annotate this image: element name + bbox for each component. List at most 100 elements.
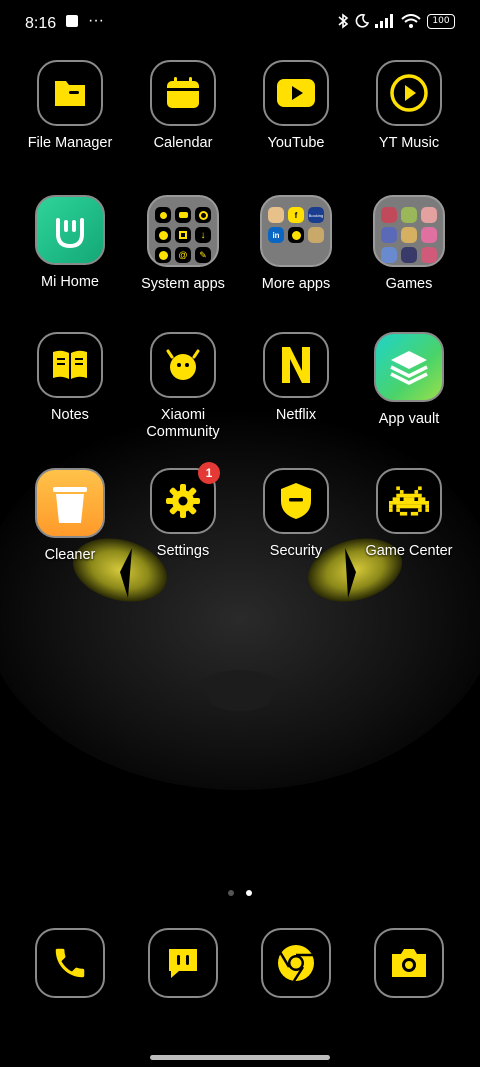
app-youtube[interactable]: YouTube — [241, 60, 351, 152]
folder-games[interactable]: Games — [354, 195, 464, 293]
game-icon — [381, 227, 397, 243]
more-dots-icon: ··· — [88, 12, 104, 29]
booking-icon: Booking — [308, 207, 324, 223]
dock-chrome[interactable] — [260, 928, 332, 998]
mi-home-icon — [56, 218, 84, 249]
scanner-icon — [175, 227, 191, 243]
settings-icon-frame: 1 — [150, 462, 220, 534]
app-label: App vault — [378, 411, 440, 427]
app-label: Calendar — [153, 135, 213, 151]
game-icon — [421, 227, 437, 243]
app-notes[interactable]: Notes — [15, 332, 125, 424]
messages-icon — [175, 207, 191, 223]
page-dot-1[interactable] — [228, 890, 234, 896]
folder-icon — [55, 81, 85, 106]
notification-square-icon — [66, 15, 78, 27]
app-cleaner[interactable]: Cleaner — [15, 468, 125, 564]
battery-icon: 100 — [427, 13, 455, 29]
more-apps-folder-icon: f Booking in — [260, 195, 332, 267]
app-xiaomi-community[interactable]: Xiaomi Community — [128, 332, 238, 441]
messages-icon-frame — [148, 928, 218, 998]
mail-icon: @ — [175, 247, 191, 263]
empty-slot — [308, 247, 324, 263]
game-icon — [401, 227, 417, 243]
shield-icon — [281, 483, 311, 519]
app-label: YT Music — [378, 135, 440, 151]
app-calendar[interactable]: Calendar — [128, 60, 238, 152]
tools-icon: ✎ — [195, 247, 211, 263]
yt-music-icon — [390, 74, 428, 112]
game-icon — [421, 207, 437, 223]
notes-icon — [53, 350, 87, 379]
messages-icon — [169, 949, 197, 978]
app-label: System apps — [141, 276, 225, 292]
notes-icon-frame — [37, 332, 103, 398]
netflix-icon — [282, 347, 310, 383]
status-bar: 8:16 ··· 100 — [0, 0, 480, 46]
app-vault-icon — [390, 351, 428, 385]
page-dot-2-active[interactable] — [246, 890, 252, 896]
app-file-manager[interactable]: File Manager — [15, 60, 125, 152]
space-invader-icon — [389, 486, 429, 516]
app-label: Game Center — [365, 543, 453, 559]
app-settings[interactable]: 1 Settings — [128, 462, 238, 560]
dock-camera[interactable] — [373, 928, 445, 998]
clock-icon — [195, 207, 211, 223]
app-netflix[interactable]: Netflix — [241, 332, 351, 424]
youtube-icon-frame — [263, 60, 329, 126]
game-center-icon-frame — [376, 468, 442, 534]
app-label: Notes — [51, 407, 89, 423]
xiaomi-community-icon-frame — [150, 332, 216, 398]
game-icon — [401, 207, 417, 223]
app-game-center[interactable]: Game Center — [354, 468, 464, 560]
phone-icon-frame — [35, 928, 105, 998]
bluetooth-icon — [338, 13, 349, 29]
yt-music-icon-frame — [376, 60, 442, 126]
app-label: More apps — [261, 276, 331, 292]
facebook-icon: f — [288, 207, 304, 223]
app-label: File Manager — [27, 135, 113, 151]
folder-more-apps[interactable]: f Booking in More apps — [241, 195, 351, 293]
empty-slot — [288, 247, 304, 263]
mi-home-tile — [35, 195, 105, 265]
dock-phone[interactable] — [34, 928, 106, 998]
page-indicator — [0, 890, 480, 896]
cleaner-tile — [35, 468, 105, 538]
moon-icon — [355, 14, 369, 28]
dock-messages[interactable] — [147, 928, 219, 998]
security-icon-frame — [263, 468, 329, 534]
app-label: Netflix — [275, 407, 317, 423]
label-line-1: Xiaomi — [160, 407, 206, 423]
notification-badge: 1 — [198, 462, 220, 484]
app-label: Security — [269, 543, 323, 559]
app-label: Games — [385, 276, 433, 292]
game-icon — [381, 247, 397, 263]
spotify-icon — [288, 227, 304, 243]
app-app-vault[interactable]: App vault — [354, 332, 464, 428]
app-label: Cleaner — [44, 547, 96, 563]
youtube-icon — [277, 79, 315, 107]
amazon-icon — [268, 207, 284, 223]
calendar-icon-frame — [150, 60, 216, 126]
gesture-home-bar[interactable] — [150, 1055, 330, 1060]
compass-icon — [155, 247, 171, 263]
app-security[interactable]: Security — [241, 468, 351, 560]
file-manager-icon-frame — [37, 60, 103, 126]
app-label: Xiaomi Community — [128, 407, 238, 441]
game-icon — [381, 207, 397, 223]
signal-icon — [375, 14, 393, 28]
chrome-icon — [278, 945, 314, 982]
camera-icon — [392, 949, 426, 977]
app-label: Settings — [156, 543, 210, 559]
empty-slot — [268, 247, 284, 263]
game-icon — [421, 247, 437, 263]
app-yt-music[interactable]: YT Music — [354, 60, 464, 152]
wifi-icon — [401, 14, 421, 28]
chrome-icon-frame — [261, 928, 331, 998]
game-icon — [401, 247, 417, 263]
app-mi-home[interactable]: Mi Home — [15, 195, 125, 291]
netflix-icon-frame — [263, 332, 329, 398]
folder-system-apps[interactable]: ↓ @ ✎ System apps — [128, 195, 238, 293]
trash-icon — [53, 487, 87, 523]
record-icon — [155, 227, 171, 243]
